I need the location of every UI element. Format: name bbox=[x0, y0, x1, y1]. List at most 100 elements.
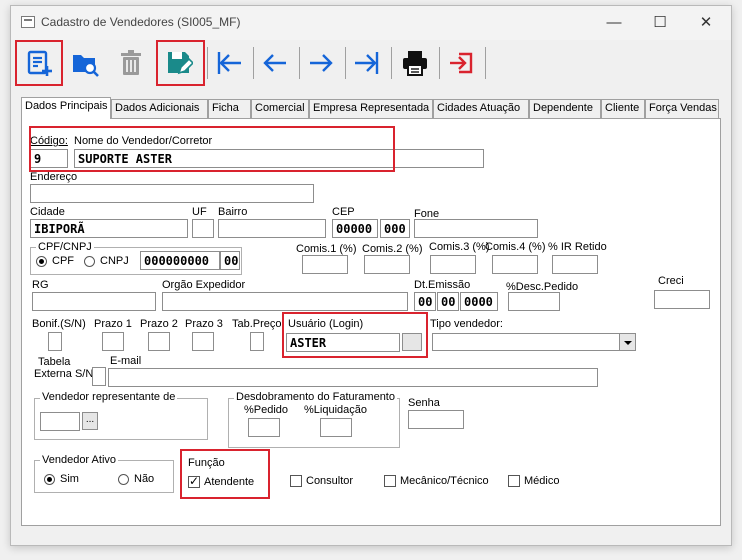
print-button[interactable] bbox=[395, 43, 435, 83]
medico-label: Médico bbox=[524, 475, 560, 487]
previous-record-button[interactable] bbox=[255, 43, 295, 83]
consultor-label: Consultor bbox=[306, 475, 354, 487]
tab-forca-vendas[interactable]: Força Vendas bbox=[645, 99, 719, 118]
minimize-button[interactable]: — bbox=[591, 6, 637, 40]
tab-cliente[interactable]: Cliente bbox=[601, 99, 645, 118]
comis1-field[interactable] bbox=[302, 255, 348, 274]
cpf-radio-label: CPF bbox=[52, 255, 74, 267]
rg-field[interactable] bbox=[32, 292, 156, 311]
window: Cadastro de Vendedores (SI005_MF) — ☐ ✕ bbox=[10, 5, 732, 546]
highlight-funcao bbox=[180, 449, 270, 499]
toolbar bbox=[11, 40, 731, 90]
tabela-externa-field[interactable] bbox=[92, 367, 106, 386]
creci-field[interactable] bbox=[654, 290, 710, 309]
toolbar-separator bbox=[391, 47, 392, 79]
close-button[interactable]: ✕ bbox=[683, 6, 729, 40]
cep-field-2[interactable]: 000 bbox=[380, 219, 410, 238]
toolbar-separator bbox=[207, 47, 208, 79]
bonif-field[interactable] bbox=[48, 332, 62, 351]
exit-button[interactable] bbox=[441, 43, 481, 83]
vend-rep-lookup-button[interactable]: ... bbox=[82, 412, 98, 430]
form-panel: Código: 9 Nome do Vendedor/Corretor SUPO… bbox=[21, 118, 721, 526]
pct-liquidacao-field[interactable] bbox=[320, 418, 352, 437]
left-arrow-icon bbox=[263, 54, 286, 72]
comis2-label: Comis.2 (%) bbox=[362, 243, 423, 255]
cpf-cnpj-group-label: CPF/CNPJ bbox=[36, 241, 94, 253]
next-record-button[interactable] bbox=[301, 43, 341, 83]
dt-emissao-day[interactable]: 00 bbox=[414, 292, 436, 311]
cnpj-radio[interactable] bbox=[84, 256, 95, 267]
tab-dados-adicionais[interactable]: Dados Adicionais bbox=[111, 99, 208, 118]
comis4-field[interactable] bbox=[492, 255, 538, 274]
email-label: E-mail bbox=[110, 355, 142, 367]
tipo-vendedor-select[interactable] bbox=[432, 333, 636, 351]
pct-pedido-field[interactable] bbox=[248, 418, 280, 437]
printer-icon bbox=[403, 51, 427, 76]
ativo-nao-radio[interactable] bbox=[118, 474, 129, 485]
comis3-label: Comis.3 (%) bbox=[429, 241, 490, 253]
orgao-label: Orgão Expedidor bbox=[162, 279, 246, 291]
delete-record-button[interactable] bbox=[111, 43, 151, 83]
highlight-edit-button bbox=[156, 40, 205, 86]
vend-rep-group-label: Vendedor representante de bbox=[40, 391, 178, 403]
vend-rep-field[interactable] bbox=[40, 412, 80, 431]
first-record-button[interactable] bbox=[209, 43, 249, 83]
toolbar-separator bbox=[439, 47, 440, 79]
email-field[interactable] bbox=[108, 368, 598, 387]
right-arrow-icon bbox=[310, 54, 333, 72]
ativo-sim-radio[interactable] bbox=[44, 474, 55, 485]
cidade-field[interactable]: IBIPORÃ bbox=[30, 219, 188, 238]
maximize-button[interactable]: ☐ bbox=[637, 6, 683, 40]
mecanico-checkbox[interactable] bbox=[384, 475, 396, 487]
highlight-usuario bbox=[282, 312, 428, 358]
last-record-button[interactable] bbox=[347, 43, 387, 83]
prazo1-field[interactable] bbox=[102, 332, 124, 351]
tab-preco-field[interactable] bbox=[250, 332, 264, 351]
medico-checkbox[interactable] bbox=[508, 475, 520, 487]
toolbar-separator bbox=[345, 47, 346, 79]
uf-label: UF bbox=[192, 206, 207, 218]
cpf-field-1[interactable]: 000000000 bbox=[140, 251, 220, 270]
cpf-radio[interactable] bbox=[36, 256, 47, 267]
folder-search-icon bbox=[73, 55, 99, 77]
tab-ficha[interactable]: Ficha bbox=[208, 99, 251, 118]
comis3-field[interactable] bbox=[430, 255, 476, 274]
prazo3-field[interactable] bbox=[192, 332, 214, 351]
tabela-externa-label: Tabela bbox=[38, 356, 71, 368]
cep-field-1[interactable]: 00000 bbox=[332, 219, 378, 238]
cpf-field-2[interactable]: 00 bbox=[220, 251, 240, 270]
dt-emissao-year[interactable]: 0000 bbox=[460, 292, 498, 311]
tab-dados-principais[interactable]: Dados Principais bbox=[21, 97, 111, 119]
fone-field[interactable] bbox=[414, 219, 538, 238]
vend-ativo-group-label: Vendedor Ativo bbox=[40, 454, 119, 466]
tab-empresa-representada[interactable]: Empresa Representada bbox=[309, 99, 433, 118]
toolbar-separator bbox=[299, 47, 300, 79]
tab-comercial[interactable]: Comercial bbox=[251, 99, 309, 118]
chevron-down-icon[interactable] bbox=[619, 334, 635, 350]
app-icon bbox=[21, 16, 35, 28]
desdobramento-group-label: Desdobramento do Faturamento bbox=[234, 391, 397, 403]
prazo2-label: Prazo 2 bbox=[140, 318, 178, 330]
tab-dependente[interactable]: Dependente bbox=[529, 99, 601, 118]
tabela-externa-label-2: Externa S/N bbox=[34, 368, 94, 380]
title-bar: Cadastro de Vendedores (SI005_MF) — ☐ ✕ bbox=[11, 6, 731, 40]
uf-field[interactable] bbox=[192, 219, 214, 238]
comis2-field[interactable] bbox=[364, 255, 410, 274]
dt-emissao-month[interactable]: 00 bbox=[437, 292, 459, 311]
search-record-button[interactable] bbox=[65, 43, 105, 83]
bairro-label: Bairro bbox=[218, 206, 248, 218]
prazo2-field[interactable] bbox=[148, 332, 170, 351]
endereco-field[interactable] bbox=[30, 184, 314, 203]
bonif-label: Bonif.(S/N) bbox=[32, 318, 86, 330]
bairro-field[interactable] bbox=[218, 219, 326, 238]
tab-cidades-atuacao[interactable]: Cidades Atuação bbox=[433, 99, 529, 118]
orgao-field[interactable] bbox=[162, 292, 408, 311]
first-arrow-icon bbox=[217, 52, 241, 74]
ir-retido-field[interactable] bbox=[552, 255, 598, 274]
pct-liquidacao-label: %Liquidação bbox=[304, 404, 367, 416]
senha-field[interactable] bbox=[408, 410, 464, 429]
desc-pedido-field[interactable] bbox=[508, 292, 560, 311]
highlight-new-button bbox=[15, 40, 63, 86]
consultor-checkbox[interactable] bbox=[290, 475, 302, 487]
endereco-label: Endereço bbox=[30, 171, 78, 183]
